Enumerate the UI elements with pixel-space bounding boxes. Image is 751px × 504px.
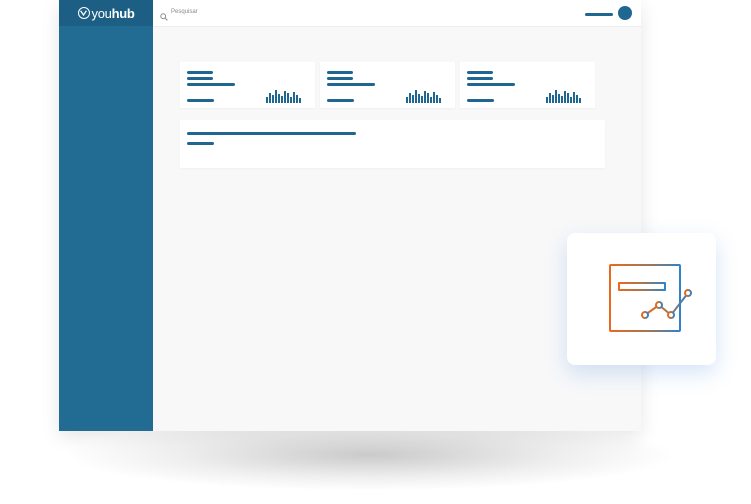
card-subtitle-placeholder	[327, 77, 353, 80]
mini-bar-chart	[266, 88, 308, 103]
stat-card[interactable]	[320, 62, 455, 108]
brand-name-you: you	[91, 5, 112, 21]
card-title-placeholder	[467, 71, 493, 74]
mini-chart-bar	[549, 93, 551, 103]
mini-chart-bar	[272, 95, 274, 103]
mini-bar-chart	[546, 88, 588, 103]
mini-chart-bar	[269, 93, 271, 103]
card-footer-placeholder	[467, 99, 494, 102]
stat-card[interactable]	[460, 62, 595, 108]
card-footer-placeholder	[327, 99, 354, 102]
mini-chart-bar	[409, 93, 411, 103]
analytics-report-icon	[609, 264, 692, 332]
card-title-placeholder	[187, 71, 213, 74]
mini-chart-bar	[430, 97, 432, 103]
mini-chart-bar	[546, 97, 548, 103]
mini-chart-bar	[427, 93, 429, 103]
search-box[interactable]: Pesquisar	[160, 8, 198, 21]
card-subtitle-placeholder	[467, 77, 493, 80]
brand-name-hub: hub	[111, 5, 135, 21]
brand-name: youhub	[92, 7, 135, 20]
mini-chart-bar	[275, 90, 277, 103]
card-subtitle-placeholder	[187, 77, 213, 80]
brand-logo[interactable]: youhub	[59, 0, 153, 26]
card-title-placeholder	[327, 71, 353, 74]
mini-chart-bar	[296, 95, 298, 103]
search-input[interactable]: Pesquisar	[171, 9, 198, 15]
mini-chart-bar	[561, 96, 563, 103]
mini-chart-bar	[558, 94, 560, 103]
user-avatar[interactable]	[618, 6, 632, 20]
mini-chart-bar	[567, 93, 569, 103]
mini-chart-bar	[278, 94, 280, 103]
feature-card	[567, 233, 716, 365]
stat-card[interactable]	[180, 62, 315, 108]
mini-chart-bar	[281, 96, 283, 103]
card-value-placeholder	[327, 83, 375, 86]
mini-chart-bar	[573, 92, 575, 103]
mini-chart-bar	[552, 95, 554, 103]
mini-chart-bar	[412, 95, 414, 103]
mini-chart-bar	[290, 97, 292, 103]
mini-chart-bar	[570, 97, 572, 103]
mini-chart-bar	[287, 93, 289, 103]
mini-bar-chart	[406, 88, 448, 103]
mini-chart-bar	[266, 97, 268, 103]
user-name-placeholder[interactable]	[585, 13, 613, 16]
panel-subtitle-placeholder	[187, 142, 214, 145]
mini-chart-bar	[418, 94, 420, 103]
mini-chart-bar	[415, 90, 417, 103]
mini-chart-bar	[436, 95, 438, 103]
mini-chart-bar	[284, 91, 286, 103]
top-bar: Pesquisar	[153, 0, 641, 27]
sidebar: youhub	[59, 0, 153, 431]
card-footer-placeholder	[187, 99, 214, 102]
panel-title-placeholder	[187, 132, 356, 135]
mini-chart-bar	[299, 98, 301, 103]
mini-chart-bar	[433, 92, 435, 103]
mini-chart-bar	[555, 90, 557, 103]
search-icon	[160, 8, 168, 21]
mini-chart-bar	[293, 92, 295, 103]
youhub-logo-icon	[77, 7, 90, 19]
wide-panel[interactable]	[180, 120, 605, 168]
mini-chart-bar	[579, 98, 581, 103]
mini-chart-bar	[424, 91, 426, 103]
app-window: youhub Pesquisar	[59, 0, 641, 431]
mini-chart-bar	[439, 98, 441, 103]
card-value-placeholder	[467, 83, 515, 86]
card-value-placeholder	[187, 83, 235, 86]
mini-chart-bar	[564, 91, 566, 103]
mini-chart-bar	[406, 97, 408, 103]
mini-chart-bar	[576, 95, 578, 103]
mini-chart-bar	[421, 96, 423, 103]
